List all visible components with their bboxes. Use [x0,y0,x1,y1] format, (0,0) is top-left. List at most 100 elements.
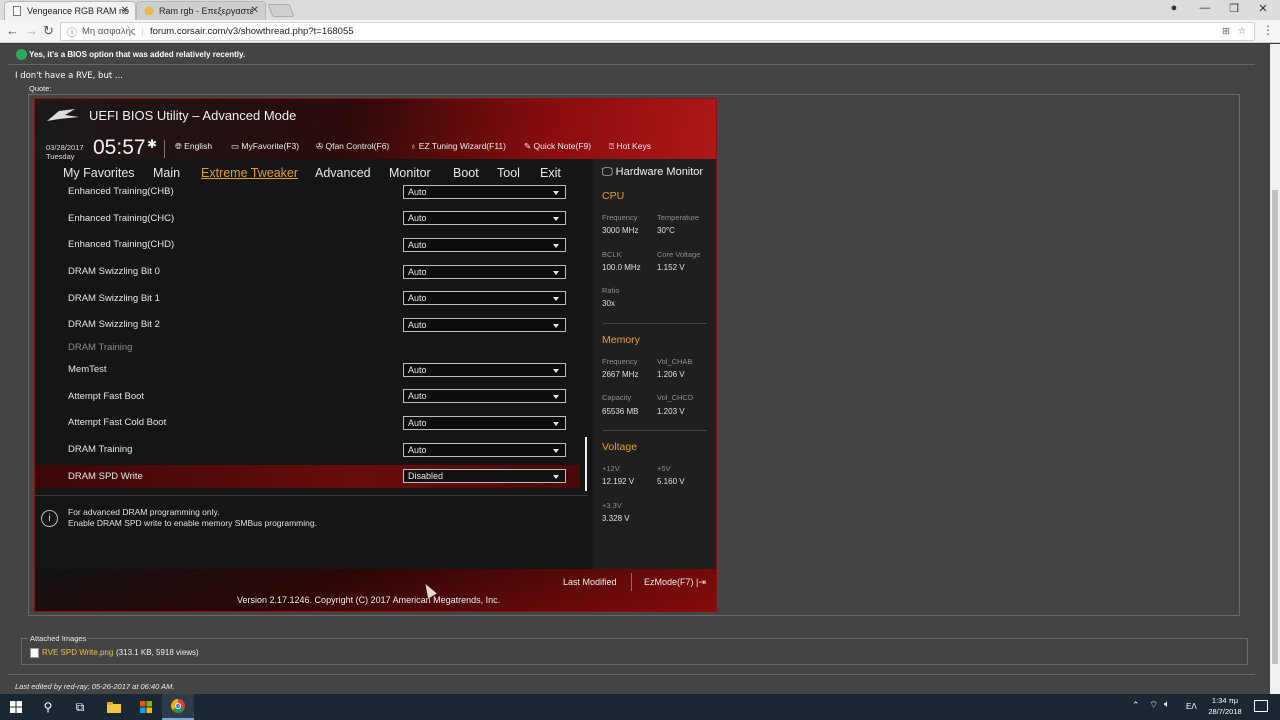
setting-dropdown[interactable]: Auto [403,389,566,403]
edit-note: Last edited by red-ray; 05-26-2017 at 06… [15,682,175,691]
last-modified-button[interactable]: Last Modified [563,577,617,587]
menu-extreme-tweaker[interactable]: Extreme Tweaker [201,166,298,180]
bios-time: 05:57 [93,136,146,159]
menu-monitor[interactable]: Monitor [389,166,431,180]
setting-dropdown[interactable]: Auto [403,443,566,457]
globe-icon: 🌐︎ [175,141,185,151]
close-icon[interactable]: ✕ [121,5,129,16]
reply-text: I don't have a RVE, but ... [15,71,123,81]
tab-title: Ram rgb - Επεξεργαστέ [159,6,254,16]
translate-icon[interactable]: ⊞ [1222,26,1230,37]
hm-label: Core Voltage [657,250,701,259]
quick-note-button[interactable]: ✎ Quick Note(F9) [524,141,591,152]
scrollbar-thumb[interactable] [1272,190,1278,664]
setting-label: DRAM Swizzling Bit 2 [68,319,160,330]
language-button[interactable]: 🌐︎ English [175,141,212,152]
search-icon[interactable]: ⚲ [32,694,64,720]
setting-label: DRAM SPD Write [68,471,143,482]
qfan-button[interactable]: ✇ Qfan Control(F6) [316,141,389,152]
windows-start-icon[interactable] [0,694,32,720]
bulb-icon: ♁ [410,141,419,151]
notification-icon[interactable] [1254,700,1268,712]
minimize-icon[interactable]: — [1196,2,1214,14]
page-icon [12,6,22,16]
dropdown-arrow-icon [553,449,559,453]
forward-icon[interactable]: → [25,23,38,38]
store-icon[interactable] [130,694,162,720]
hm-value: 5.160 V [657,477,685,486]
setting-dropdown[interactable]: Auto [403,238,566,252]
volume-icon[interactable]: 🔈︎ [1164,699,1170,710]
restore-icon[interactable]: ❐ [1225,2,1243,15]
settings-gear-icon[interactable]: ✱ [147,137,157,151]
dropdown-arrow-icon [553,244,559,248]
address-bar[interactable]: ⓘ Μη ασφαλής | forum.corsair.com/v3/show… [60,22,1255,41]
setting-label: DRAM Swizzling Bit 1 [68,293,160,304]
address-toolbar: ← → ↻ ⓘ Μη ασφαλής | forum.corsair.com/v… [0,20,1280,43]
close-icon[interactable]: ✕ [251,5,259,16]
user-icon[interactable]: ● [1165,2,1183,14]
hot-keys-button[interactable]: ⍰ Hot Keys [609,141,651,152]
file-explorer-icon[interactable] [98,694,130,720]
info-icon[interactable]: ⓘ [67,24,77,39]
setting-dropdown[interactable]: Auto [403,416,566,430]
menu-main[interactable]: Main [153,166,180,180]
setting-dropdown[interactable]: Auto [403,185,566,199]
language-indicator[interactable]: ΕΛ [1186,702,1197,711]
hm-value: 30°C [657,226,675,235]
task-view-icon[interactable]: ⧉ [64,694,96,720]
setting-label: MemTest [68,364,107,375]
taskbar-time: 1:34 πμ [1211,696,1239,705]
list-scrollbar[interactable] [585,437,587,491]
ezmode-button[interactable]: EzMode(F7) |⇥ [644,577,706,588]
setting-label: Attempt Fast Cold Boot [68,417,167,428]
menu-my-favorites[interactable]: My Favorites [63,166,135,180]
network-icon[interactable]: ⌔ [1149,699,1158,712]
dropdown-arrow-icon [553,475,559,479]
hm-voltage-title: Voltage [602,441,638,453]
hm-value: 3000 MHz [602,226,639,235]
new-tab-button[interactable] [267,4,295,17]
myfavorite-button[interactable]: ▭ MyFavorite(F3) [231,141,299,152]
reload-icon[interactable]: ↻ [43,23,54,39]
hm-label: Vol_CHAB [657,357,693,366]
setting-dropdown[interactable]: Disabled [403,469,566,483]
menu-boot[interactable]: Boot [453,166,479,180]
tab-ram-rgb[interactable]: Ram rgb - Επεξεργαστέ ✕ [136,1,266,20]
menu-exit[interactable]: Exit [540,166,561,180]
hm-label: +12V [602,464,620,473]
setting-dropdown[interactable]: Auto [403,211,566,225]
rog-logo [45,107,81,123]
hm-value: 30x [602,299,615,308]
back-icon[interactable]: ← [6,23,19,38]
chevron-up-icon[interactable]: ⌃ [1132,700,1140,711]
setting-dropdown[interactable]: Auto [403,318,566,332]
setting-label: Attempt Fast Boot [68,391,145,402]
taskbar-clock[interactable]: 1:34 πμ 28/7/2018 [1205,696,1245,716]
menu-icon[interactable]: ⋮ [1262,23,1274,37]
setting-dropdown[interactable]: Auto [403,265,566,279]
hm-label: +5V [657,464,671,473]
setting-dropdown[interactable]: Auto [403,363,566,377]
close-window-icon[interactable]: ✕ [1254,2,1272,15]
image-file-icon [30,648,39,658]
attachments-box [21,638,1248,665]
setting-label: DRAM Swizzling Bit 0 [68,266,160,277]
dropdown-arrow-icon [553,324,559,328]
attachment-link[interactable]: RVE SPD Write.png [42,648,113,657]
help-text-line2: Enable DRAM SPD write to enable memory S… [68,518,317,528]
setting-dropdown[interactable]: Auto [403,291,566,305]
dropdown-arrow-icon [553,271,559,275]
hm-value: 65536 MB [602,407,639,416]
hm-memory-title: Memory [602,334,640,346]
tab-title: Vengeance RGB RAM no [27,6,130,16]
hardware-monitor-title: 🖵︎ Hardware Monitor [602,166,704,178]
chrome-icon[interactable] [162,694,194,720]
ez-tuning-button[interactable]: ♁ EZ Tuning Wizard(F11) [410,141,506,151]
hm-value: 100.0 MHz [602,263,641,272]
menu-advanced[interactable]: Advanced [315,166,371,180]
tab-vengeance[interactable]: Vengeance RGB RAM no ✕ [4,1,136,20]
bookmark-star-icon[interactable]: ☆ [1237,26,1246,37]
menu-tool[interactable]: Tool [497,166,520,180]
corsair-icon [144,6,154,16]
